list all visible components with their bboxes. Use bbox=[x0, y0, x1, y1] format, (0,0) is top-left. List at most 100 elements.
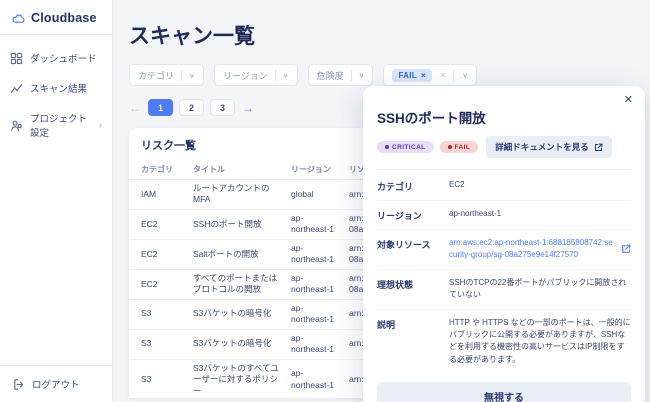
cell-region: global bbox=[285, 180, 343, 210]
filter-clear-icon[interactable]: × bbox=[440, 70, 445, 80]
cell-category: EC2 bbox=[129, 269, 187, 299]
status-filter-chip-label: FAIL bbox=[398, 71, 417, 80]
sidebar-item-label: スキャン結果 bbox=[30, 81, 87, 95]
logout-label: ログアウト bbox=[32, 377, 80, 391]
cell-title: SSHのポート開放 bbox=[187, 209, 285, 239]
detail-field-row: リージョンap-northeast-1 bbox=[377, 201, 631, 230]
project-settings-icon bbox=[10, 119, 23, 132]
detail-field-value: HTTP や HTTPS などの一部のポートは、一般的にパブリックに公開する必要… bbox=[449, 317, 631, 367]
next-page-arrow[interactable]: → bbox=[242, 102, 254, 114]
detail-field-value: SSHのTCPの22番ポートがパブリックに開放されていない bbox=[449, 277, 631, 302]
chevron-down-icon: ∨ bbox=[359, 71, 365, 78]
chevron-down-icon[interactable]: ∨ bbox=[462, 71, 468, 78]
detail-field-row: 理想状態SSHのTCPの22番ポートがパブリックに開放されていない bbox=[377, 270, 631, 310]
sidebar-item-dashboard[interactable]: ダッシュボード bbox=[0, 43, 112, 73]
page-button-1[interactable]: 1 bbox=[148, 99, 173, 116]
filter-region[interactable]: リージョン ∨ bbox=[214, 64, 298, 86]
filter-severity[interactable]: 危険度 ∨ bbox=[308, 64, 374, 86]
page-title: スキャン一覧 bbox=[129, 20, 638, 50]
risk-detail-fields: カテゴリEC2リージョンap-northeast-1対象リソースarn:aws:… bbox=[377, 172, 631, 373]
sidebar-item-project-settings[interactable]: プロジェクト設定 › bbox=[0, 103, 112, 147]
column-header: タイトル bbox=[187, 160, 285, 180]
detail-field-row: 対象リソースarn:aws:ec2:ap-northeast-1:6881858… bbox=[377, 230, 631, 270]
cell-category: EC2 bbox=[129, 239, 187, 269]
column-header: カテゴリ bbox=[129, 160, 187, 180]
column-header: リージョン bbox=[285, 160, 343, 180]
view-documentation-button[interactable]: 詳細ドキュメントを見る bbox=[486, 136, 612, 158]
filter-divider bbox=[351, 70, 352, 81]
cell-region: ap-northeast-1 bbox=[285, 269, 343, 299]
sidebar-item-label: ダッシュボード bbox=[30, 51, 97, 65]
chip-remove-icon[interactable]: × bbox=[421, 71, 426, 80]
risk-detail-panel: ✕ SSHのポート開放 CRITICAL FAIL 詳細ドキュメントを見る カテ… bbox=[363, 86, 645, 402]
filter-label: リージョン bbox=[223, 69, 268, 82]
filter-divider bbox=[453, 70, 454, 81]
cell-region: ap-northeast-1 bbox=[285, 299, 343, 329]
external-link-icon bbox=[594, 143, 603, 152]
cloud-logo-icon bbox=[12, 12, 25, 25]
cell-title: S3バケットの暗号化 bbox=[187, 299, 285, 329]
detail-field-row: 説明HTTP や HTTPS などの一部のポートは、一般的にパブリックに公開する… bbox=[377, 310, 631, 374]
logout-icon bbox=[12, 378, 25, 391]
chevron-down-icon: ∨ bbox=[283, 71, 289, 78]
cell-category: S3 bbox=[129, 329, 187, 359]
panel-divider bbox=[377, 169, 631, 170]
view-documentation-label: 詳細ドキュメントを見る bbox=[495, 141, 589, 153]
detail-field-label: 対象リソース bbox=[377, 237, 449, 262]
risk-detail-title: SSHのポート開放 bbox=[377, 107, 631, 127]
filter-category[interactable]: カテゴリ ∨ bbox=[129, 64, 204, 86]
sidebar-nav: ダッシュボードスキャン結果プロジェクト設定 › bbox=[0, 35, 112, 155]
detail-field-label: 理想状態 bbox=[377, 277, 449, 302]
status-filter-select[interactable]: FAIL × × ∨ bbox=[383, 64, 477, 86]
page-button-2[interactable]: 2 bbox=[179, 99, 204, 116]
cell-region: ap-northeast-1 bbox=[285, 329, 343, 359]
filter-bar: カテゴリ ∨ リージョン ∨ 危険度 ∨ FAIL × × ∨ bbox=[129, 64, 638, 86]
page-button-3[interactable]: 3 bbox=[210, 99, 235, 116]
filter-divider bbox=[181, 70, 182, 81]
severity-badge-label: CRITICAL bbox=[392, 144, 426, 151]
detail-field-label: リージョン bbox=[377, 208, 449, 222]
risk-detail-badges: CRITICAL FAIL 詳細ドキュメントを見る bbox=[377, 136, 631, 158]
filter-label: 危険度 bbox=[317, 69, 344, 82]
cell-category: EC2 bbox=[129, 209, 187, 239]
detail-field-row: カテゴリEC2 bbox=[377, 172, 631, 201]
detail-field-label: 説明 bbox=[377, 317, 449, 367]
detail-field-value: EC2 bbox=[449, 179, 465, 193]
sidebar-item-logout[interactable]: ログアウト bbox=[0, 365, 112, 402]
badge-dot-icon bbox=[448, 145, 452, 149]
detail-field-value: ap-northeast-1 bbox=[449, 208, 501, 222]
ignore-button[interactable]: 無視する bbox=[377, 382, 631, 402]
cell-title: Saltポートの開放 bbox=[187, 239, 285, 269]
sidebar-item-label: プロジェクト設定 bbox=[30, 111, 92, 139]
status-badge-label: FAIL bbox=[455, 144, 471, 151]
filter-label: カテゴリ bbox=[138, 69, 174, 82]
cell-title: すべてのポートまたはプロトコルの開放 bbox=[187, 269, 285, 299]
external-link-icon bbox=[621, 244, 631, 254]
sidebar: Cloudbase ダッシュボードスキャン結果プロジェクト設定 › ログアウト bbox=[0, 0, 113, 402]
severity-badge: CRITICAL bbox=[377, 141, 434, 153]
resource-link[interactable]: arn:aws:ec2:ap-northeast-1:688185808742:… bbox=[449, 237, 615, 262]
close-icon[interactable]: ✕ bbox=[624, 93, 633, 106]
scan-results-icon bbox=[10, 82, 23, 95]
status-badge: FAIL bbox=[440, 141, 479, 153]
cell-category: S3 bbox=[129, 299, 187, 329]
chevron-right-icon: › bbox=[99, 120, 102, 130]
dashboard-icon bbox=[10, 52, 23, 65]
cell-title: S3バケットの暗号化 bbox=[187, 329, 285, 359]
cell-category: S3 bbox=[129, 359, 187, 398]
app-name: Cloudbase bbox=[31, 11, 97, 25]
sidebar-item-scan-results[interactable]: スキャン結果 bbox=[0, 73, 112, 103]
app-logo[interactable]: Cloudbase bbox=[0, 0, 112, 35]
cell-region: ap-northeast-1 bbox=[285, 239, 343, 269]
status-filter-chip[interactable]: FAIL × bbox=[392, 69, 432, 82]
detail-field-label: カテゴリ bbox=[377, 179, 449, 193]
cell-category: IAM bbox=[129, 180, 187, 210]
cell-title: S3バケットのすべてユーザーに対するポリシー bbox=[187, 359, 285, 398]
prev-page-arrow[interactable]: ← bbox=[129, 102, 141, 114]
cell-title: ルートアカウントのMFA bbox=[187, 180, 285, 210]
badge-dot-icon bbox=[385, 145, 389, 149]
detail-field-value: arn:aws:ec2:ap-northeast-1:688185808742:… bbox=[449, 237, 631, 262]
cell-region: ap-northeast-1 bbox=[285, 209, 343, 239]
cell-region: ap-northeast-1 bbox=[285, 359, 343, 398]
chevron-down-icon: ∨ bbox=[189, 71, 195, 78]
